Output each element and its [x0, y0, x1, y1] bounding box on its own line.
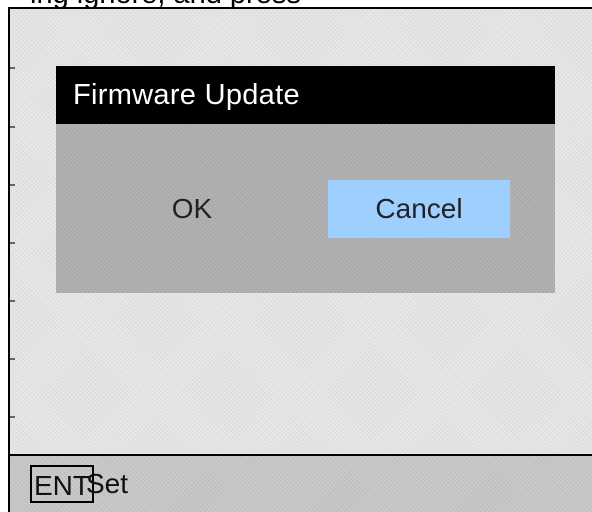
status-bar: ENT Set [10, 454, 592, 512]
tick-mark [10, 358, 15, 360]
dialog-title: Firmware Update [56, 66, 555, 124]
tick-mark [10, 184, 15, 186]
ok-button[interactable]: OK [136, 180, 248, 238]
tick-mark [10, 416, 15, 418]
cancel-button[interactable]: Cancel [328, 180, 510, 238]
firmware-update-dialog: Firmware Update OK Cancel [56, 66, 555, 293]
tick-mark [10, 242, 15, 244]
device-screen: Firmware Update OK Cancel ENT Set [8, 7, 592, 512]
left-edge-ticks [10, 9, 16, 512]
ent-key-badge: ENT [30, 465, 94, 503]
tick-mark [10, 300, 15, 302]
tick-mark [10, 126, 15, 128]
key-action-label: Set [86, 468, 129, 499]
tick-mark [10, 67, 15, 69]
